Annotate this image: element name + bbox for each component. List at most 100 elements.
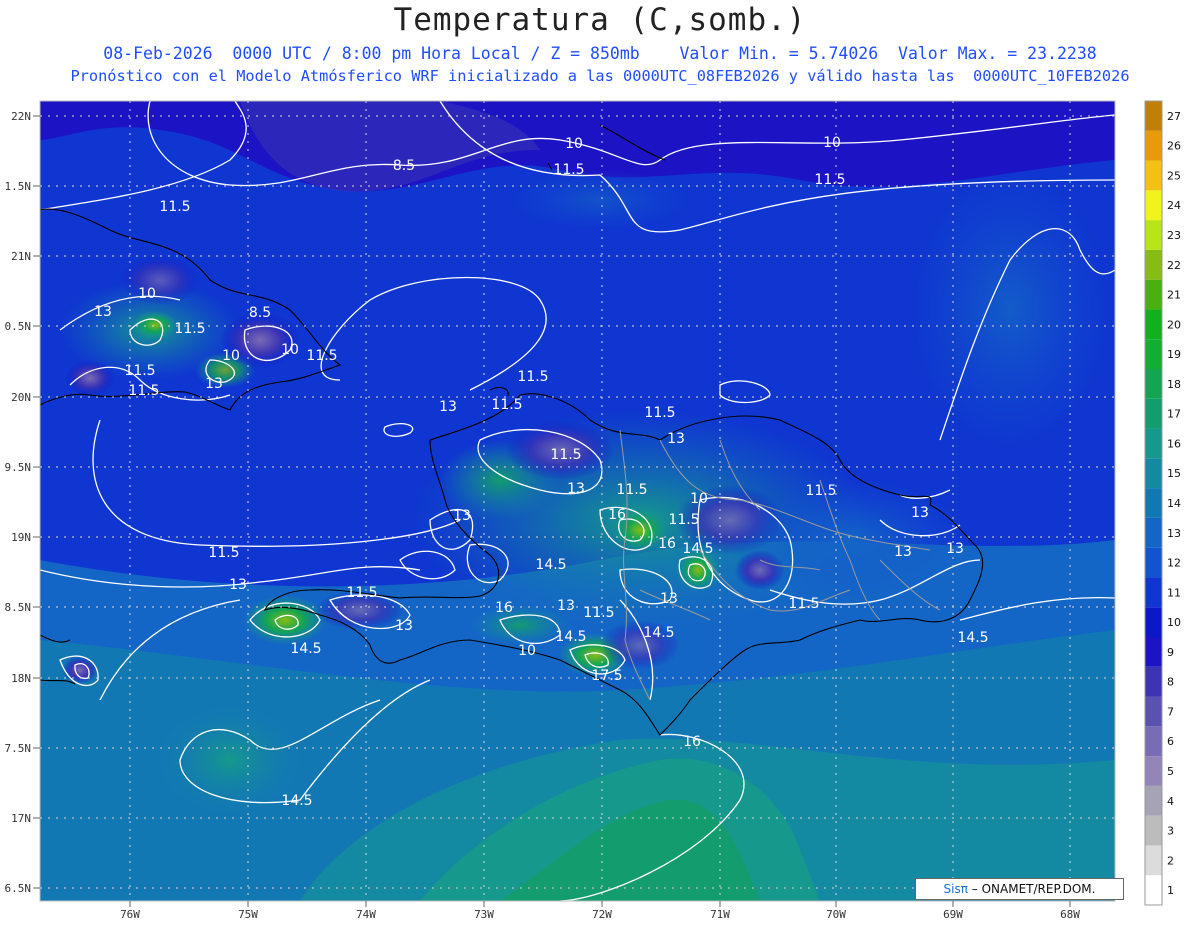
colorbar-label: 12	[1167, 557, 1181, 570]
colorbar-label: 15	[1167, 467, 1181, 480]
lat-label: 9.5N	[5, 461, 32, 474]
lat-label: 1.5N	[5, 180, 32, 193]
colorbar-label: 3	[1167, 825, 1174, 838]
colorbar-label: 19	[1167, 348, 1181, 361]
lat-label: 6.5N	[5, 882, 32, 895]
colorbar-swatch	[1145, 875, 1162, 905]
contour-label: 13	[894, 544, 912, 560]
colorbar-label: 25	[1167, 169, 1181, 182]
contour-label: 10	[518, 643, 536, 659]
contour-label: 11.5	[583, 605, 614, 621]
contour-label: 11.5	[491, 397, 522, 413]
contour-label: 13	[660, 591, 678, 607]
contour-label: 14.5	[281, 793, 312, 809]
contour-label: 8.5	[249, 305, 271, 321]
contour-label: 11.5	[616, 482, 647, 498]
color-scale-bar: 1234567891011121314151617181920212223242…	[1144, 100, 1181, 906]
contour-label: 11.5	[814, 172, 845, 188]
colorbar-swatch	[1145, 756, 1162, 786]
colorbar-label: 14	[1167, 497, 1181, 510]
colorbar-swatch	[1145, 488, 1162, 518]
lon-label: 70W	[826, 908, 846, 921]
contour-label: 11.5	[788, 596, 819, 612]
contour-label: 10	[823, 135, 841, 151]
contour-label: 14.5	[290, 641, 321, 657]
colorbar-label: 20	[1167, 318, 1181, 331]
contour-label: 13	[395, 618, 413, 634]
colorbar-label: 5	[1167, 765, 1174, 778]
lat-label: 18N	[11, 672, 31, 685]
colorbar-label: 1	[1167, 884, 1174, 897]
colorbar-swatch	[1145, 845, 1162, 876]
colorbar-label: 27	[1167, 110, 1181, 123]
contour-label: 11.5	[644, 405, 675, 421]
lon-label: 73W	[474, 908, 494, 921]
lat-label: 0.5N	[5, 320, 32, 333]
lon-label: 72W	[592, 908, 612, 921]
colorbar-swatch	[1145, 339, 1162, 369]
colorbar-label: 10	[1167, 616, 1181, 629]
colorbar-swatch	[1145, 517, 1162, 548]
sispi-logo: Sisπ	[943, 882, 968, 896]
contour-label: 16	[683, 734, 701, 750]
colorbar-swatch	[1145, 547, 1162, 578]
contour-label: 11.5	[805, 483, 836, 499]
lat-label: 21N	[11, 250, 31, 263]
contour-label: 10	[690, 491, 708, 507]
colorbar-swatch	[1145, 815, 1162, 846]
contour-label: 10	[222, 348, 240, 364]
contour-label: 16	[658, 536, 676, 552]
contour-label: 11.5	[159, 199, 190, 215]
credit-text: – ONAMET/REP.DOM.	[971, 882, 1096, 896]
contour-label: 14.5	[682, 541, 713, 557]
temperature-field	[40, 101, 1115, 901]
contour-label: 13	[557, 598, 575, 614]
lon-label: 75W	[238, 908, 258, 921]
colorbar-swatch	[1145, 637, 1162, 667]
lat-label: 8.5N	[5, 601, 32, 614]
contour-label: 11.5	[174, 321, 205, 337]
colorbar-swatch	[1145, 458, 1162, 489]
contour-label: 14.5	[535, 557, 566, 573]
contour-label: 14.5	[555, 629, 586, 645]
colorbar-label: 6	[1167, 735, 1174, 748]
temperature-map: 22N 1.5N 21N 0.5N 20N 9.5N 19N 8.5N 18N …	[5, 100, 1181, 921]
colorbar-swatch	[1145, 726, 1162, 757]
colorbar-swatch	[1145, 309, 1162, 340]
contour-label: 13	[911, 505, 929, 521]
colorbar-label: 16	[1167, 437, 1181, 450]
colorbar-swatch	[1145, 190, 1162, 221]
lat-label: 22N	[11, 110, 31, 123]
colorbar-swatch	[1145, 785, 1162, 816]
contour-label: 11.5	[124, 363, 155, 379]
colorbar-swatch	[1145, 130, 1162, 161]
colorbar-label: 13	[1167, 527, 1181, 540]
colorbar-swatch	[1145, 220, 1162, 250]
contour-label: 13	[229, 577, 247, 593]
contour-label: 11.5	[128, 383, 159, 399]
lon-label: 69W	[943, 908, 963, 921]
contour-label: 11.5	[668, 512, 699, 528]
contour-label: 13	[667, 431, 685, 447]
colorbar-label: 24	[1167, 199, 1181, 212]
colorbar-label: 23	[1167, 229, 1181, 242]
colorbar-swatch	[1145, 666, 1162, 697]
contour-label: 16	[495, 600, 513, 616]
contour-label: 13	[946, 541, 964, 557]
lon-label: 68W	[1060, 908, 1080, 921]
contour-label: 10	[281, 342, 299, 358]
colorbar-swatch	[1145, 101, 1162, 131]
colorbar-label: 21	[1167, 289, 1181, 302]
colorbar-label: 4	[1167, 795, 1174, 808]
credit-box: Sisπ – ONAMET/REP.DOM.	[915, 878, 1124, 900]
colorbar-swatch	[1145, 696, 1162, 727]
colorbar-label: 22	[1167, 259, 1181, 272]
contour-label: 14.5	[957, 630, 988, 646]
lon-label: 74W	[356, 908, 376, 921]
colorbar-swatch	[1145, 160, 1162, 191]
contour-label: 10	[565, 136, 583, 152]
colorbar-label: 7	[1167, 705, 1174, 718]
colorbar-label: 11	[1167, 586, 1181, 599]
colorbar-label: 26	[1167, 140, 1181, 153]
contour-label: 17.5	[591, 668, 622, 684]
